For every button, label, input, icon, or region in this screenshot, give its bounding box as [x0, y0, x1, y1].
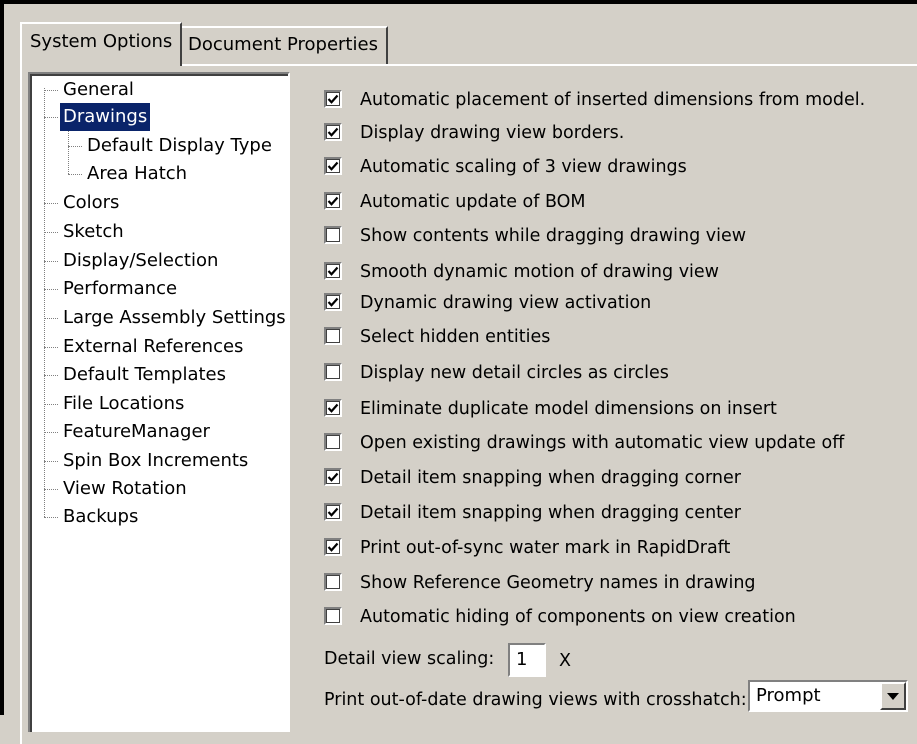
options-dialog: System Options Document Properties Gener…: [0, 0, 917, 744]
property-page: [20, 64, 917, 744]
tab-system-options[interactable]: System Options: [20, 22, 183, 66]
tab-document-properties[interactable]: Document Properties: [178, 26, 388, 64]
